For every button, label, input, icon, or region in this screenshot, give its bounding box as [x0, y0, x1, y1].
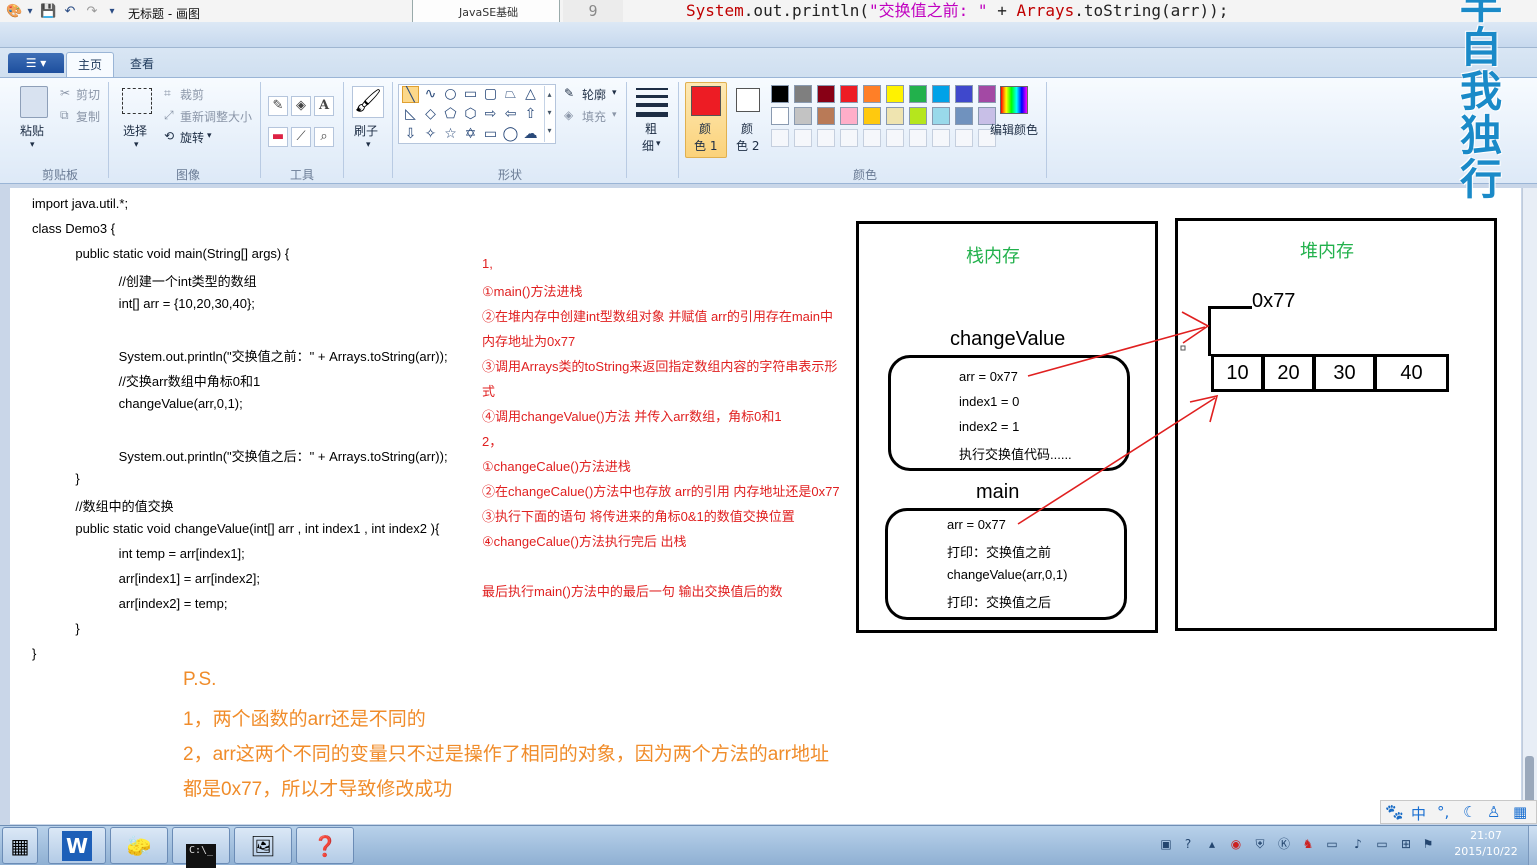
network-tray-icon[interactable]: ▣	[1158, 836, 1174, 852]
battery-tray-icon[interactable]: ▭	[1374, 836, 1390, 852]
shield-tray-icon[interactable]: ⛨	[1252, 836, 1268, 852]
k-tray-icon[interactable]: Ⓚ	[1276, 836, 1292, 852]
resize-handle	[1180, 345, 1186, 351]
volume-tray-icon[interactable]: ♪	[1350, 836, 1366, 852]
grid-icon[interactable]: ▦	[1513, 803, 1527, 821]
media-tray-icon[interactable]: ◉	[1228, 836, 1244, 852]
moon-icon[interactable]: ☾	[1463, 803, 1476, 821]
ime-toolbar[interactable]: 🐾 中 °, ☾ ♙ ▦	[1380, 800, 1537, 824]
help-tray-icon[interactable]: ?	[1180, 836, 1196, 852]
paint-taskbar-icon[interactable]: 🖼	[234, 827, 292, 864]
arrow-change-to-heap	[1027, 326, 1206, 377]
qq-tray-icon[interactable]: ♞	[1300, 836, 1316, 852]
clock-time: 21:07	[1470, 829, 1502, 842]
watermark-char: 行	[1460, 155, 1503, 204]
clock-date: 2015/10/22	[1454, 845, 1518, 858]
paw-icon[interactable]: 🐾	[1385, 803, 1404, 821]
watermark-char: 我	[1460, 67, 1503, 116]
display-tray-icon[interactable]: ▭	[1324, 836, 1340, 852]
tray-expand-icon[interactable]: ▴	[1204, 836, 1220, 852]
word-taskbar-icon[interactable]: W	[48, 827, 106, 864]
terminal-taskbar-icon[interactable]: C:\_	[172, 827, 230, 868]
clock[interactable]: 21:07 2015/10/22	[1446, 828, 1526, 860]
vertical-scrollbar[interactable]	[1522, 188, 1537, 824]
watermark-char: 自	[1460, 23, 1503, 72]
ime-mode[interactable]: 中	[1411, 803, 1426, 824]
start-button[interactable]: ▦	[2, 827, 38, 864]
punctuation-icon[interactable]: °,	[1437, 803, 1449, 821]
watermark-text: 早自我独行	[1460, 0, 1504, 202]
arrow-main-to-heap	[1017, 397, 1216, 525]
watermark-char: 独	[1460, 111, 1503, 160]
show-desktop-button[interactable]	[1528, 826, 1537, 865]
help-taskbar-icon[interactable]: ❓	[296, 827, 354, 864]
user-icon[interactable]: ♙	[1487, 803, 1500, 821]
eraser-app-taskbar-icon[interactable]: 🧽	[110, 827, 168, 864]
reference-arrows	[1017, 311, 1219, 525]
flag-tray-icon[interactable]: ⚑	[1420, 836, 1436, 852]
network-status-tray-icon[interactable]: ⊞	[1398, 836, 1414, 852]
